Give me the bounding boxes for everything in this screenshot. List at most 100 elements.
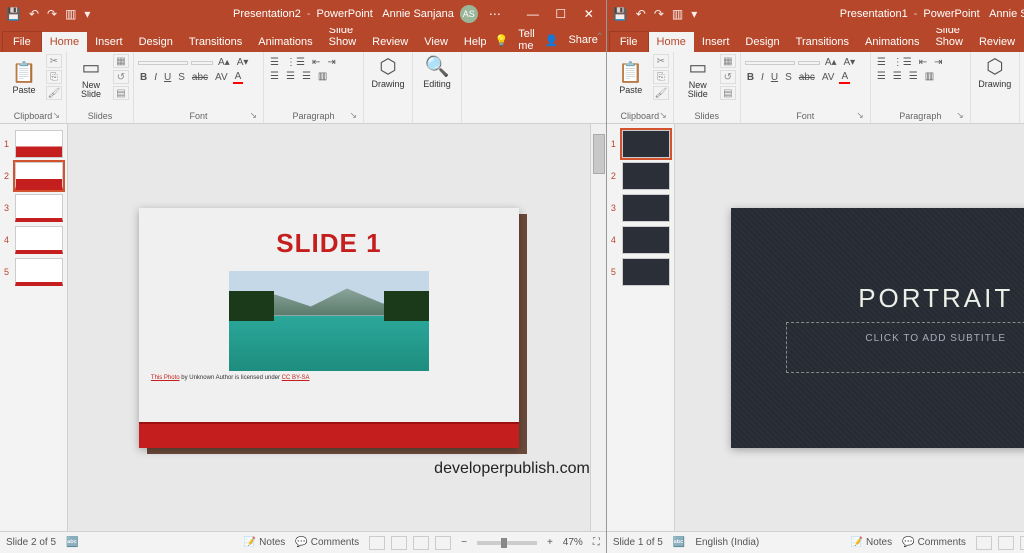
slide-thumb[interactable] bbox=[622, 162, 670, 190]
section-icon[interactable]: ▤ bbox=[720, 86, 736, 100]
tab-insert[interactable]: Insert bbox=[87, 32, 131, 52]
cut-icon[interactable]: ✂ bbox=[653, 54, 669, 68]
sorter-view-icon[interactable] bbox=[391, 536, 407, 550]
align-center-icon[interactable]: ☰ bbox=[891, 71, 904, 82]
tab-design[interactable]: Design bbox=[131, 32, 181, 52]
save-icon[interactable]: 💾 bbox=[613, 7, 628, 21]
slide-thumb[interactable] bbox=[15, 162, 63, 190]
user-name[interactable]: Annie Sanjana bbox=[989, 8, 1024, 20]
slide[interactable]: SLIDE 1 This Photo by Unknown Author is … bbox=[139, 208, 519, 448]
subtitle-placeholder[interactable]: CLICK TO ADD SUBTITLE bbox=[786, 322, 1024, 373]
redo-icon[interactable]: ↷ bbox=[47, 7, 57, 21]
redo-icon[interactable]: ↷ bbox=[654, 7, 664, 21]
shadow-button[interactable]: S bbox=[176, 72, 187, 83]
tab-insert[interactable]: Insert bbox=[694, 32, 738, 52]
increase-font-icon[interactable]: A▴ bbox=[823, 57, 839, 68]
minimize-button[interactable]: — bbox=[520, 0, 546, 28]
spell-check-icon[interactable]: 🔤 bbox=[673, 537, 685, 548]
notes-button[interactable]: 📝 Notes bbox=[851, 537, 893, 548]
normal-view-icon[interactable] bbox=[976, 536, 992, 550]
slideshow-view-icon[interactable] bbox=[435, 536, 451, 550]
paste-button[interactable]: 📋 Paste bbox=[4, 60, 44, 95]
start-from-beginning-icon[interactable]: ▥ bbox=[65, 7, 76, 21]
decrease-font-icon[interactable]: A▾ bbox=[842, 57, 858, 68]
format-painter-icon[interactable]: 🖌 bbox=[653, 86, 669, 100]
align-center-icon[interactable]: ☰ bbox=[284, 71, 297, 82]
align-right-icon[interactable]: ☰ bbox=[300, 71, 313, 82]
font-name-input[interactable] bbox=[138, 61, 188, 65]
thumbnail-pane[interactable]: 1 2 3 4 5 bbox=[0, 124, 68, 531]
italic-button[interactable]: I bbox=[759, 72, 766, 83]
launcher-icon[interactable]: ↘ bbox=[956, 110, 964, 121]
slide-counter[interactable]: Slide 2 of 5 bbox=[6, 537, 56, 548]
tab-review[interactable]: Review bbox=[364, 32, 416, 52]
slide-counter[interactable]: Slide 1 of 5 bbox=[613, 537, 663, 548]
slide-thumb[interactable] bbox=[15, 194, 63, 222]
indent-inc-icon[interactable]: ⇥ bbox=[932, 57, 944, 68]
layout-icon[interactable]: ▦ bbox=[720, 54, 736, 68]
align-left-icon[interactable]: ☰ bbox=[268, 71, 281, 82]
numbering-icon[interactable]: ⋮☰ bbox=[891, 57, 914, 68]
start-from-beginning-icon[interactable]: ▥ bbox=[672, 7, 683, 21]
font-size-input[interactable] bbox=[798, 61, 820, 65]
launcher-icon[interactable]: ↘ bbox=[349, 110, 357, 121]
fit-to-window-icon[interactable]: ⛶ bbox=[593, 537, 600, 548]
numbering-icon[interactable]: ⋮☰ bbox=[284, 57, 307, 68]
launcher-icon[interactable]: ↘ bbox=[249, 110, 257, 121]
slide-thumb[interactable] bbox=[622, 258, 670, 286]
comments-button[interactable]: 💬 Comments bbox=[295, 537, 359, 548]
tellme-button[interactable]: Tell me bbox=[518, 28, 535, 52]
copy-icon[interactable]: ⎘ bbox=[653, 70, 669, 84]
qat-more-icon[interactable]: ▾ bbox=[691, 7, 697, 21]
qat-more-icon[interactable]: ▾ bbox=[84, 7, 90, 21]
tab-help[interactable]: Help bbox=[456, 32, 495, 52]
editing-button[interactable]: 🔍 Editing bbox=[417, 54, 457, 89]
font-size-input[interactable] bbox=[191, 61, 213, 65]
reset-icon[interactable]: ↺ bbox=[720, 70, 736, 84]
comments-button[interactable]: 💬 Comments bbox=[902, 537, 966, 548]
slide-canvas[interactable]: PORTRAIT CLICK TO ADD SUBTITLE bbox=[675, 124, 1024, 531]
shadow-button[interactable]: S bbox=[783, 72, 794, 83]
drawing-button[interactable]: ⬡ Drawing bbox=[368, 54, 408, 89]
font-color-icon[interactable]: A bbox=[233, 71, 244, 84]
slide-thumb[interactable] bbox=[15, 258, 63, 286]
columns-icon[interactable]: ▥ bbox=[316, 71, 329, 82]
normal-view-icon[interactable] bbox=[369, 536, 385, 550]
spell-check-icon[interactable]: 🔤 bbox=[66, 537, 78, 548]
bullets-icon[interactable]: ☰ bbox=[268, 57, 281, 68]
ribbon-options-icon[interactable]: ⋯ bbox=[484, 7, 506, 21]
tab-transitions[interactable]: Transitions bbox=[788, 32, 857, 52]
launcher-icon[interactable]: ↘ bbox=[52, 110, 60, 121]
launcher-icon[interactable]: ↘ bbox=[659, 110, 667, 121]
tab-home[interactable]: Home bbox=[649, 32, 694, 52]
underline-button[interactable]: U bbox=[769, 72, 780, 83]
zoom-in-icon[interactable]: + bbox=[547, 537, 553, 548]
zoom-out-icon[interactable]: − bbox=[461, 537, 467, 548]
language[interactable]: English (India) bbox=[695, 537, 759, 548]
strike-button[interactable]: abc bbox=[797, 72, 817, 83]
tab-transitions[interactable]: Transitions bbox=[181, 32, 250, 52]
maximize-button[interactable]: ☐ bbox=[548, 0, 574, 28]
close-button[interactable]: ✕ bbox=[576, 0, 602, 28]
paste-button[interactable]: 📋 Paste bbox=[611, 60, 651, 95]
save-icon[interactable]: 💾 bbox=[6, 7, 21, 21]
cut-icon[interactable]: ✂ bbox=[46, 54, 62, 68]
notes-button[interactable]: 📝 Notes bbox=[244, 537, 286, 548]
font-color-icon[interactable]: A bbox=[839, 71, 850, 84]
zoom-slider[interactable] bbox=[477, 541, 537, 545]
bold-button[interactable]: B bbox=[745, 72, 756, 83]
slide-canvas[interactable]: SLIDE 1 This Photo by Unknown Author is … bbox=[68, 124, 590, 531]
tab-file[interactable]: File bbox=[609, 31, 649, 52]
tab-home[interactable]: Home bbox=[42, 32, 87, 52]
format-painter-icon[interactable]: 🖌 bbox=[46, 86, 62, 100]
increase-font-icon[interactable]: A▴ bbox=[216, 57, 232, 68]
tab-view[interactable]: View bbox=[416, 32, 456, 52]
slide[interactable]: PORTRAIT CLICK TO ADD SUBTITLE bbox=[731, 208, 1024, 448]
new-slide-button[interactable]: ▭ New Slide bbox=[678, 55, 718, 99]
tab-animations[interactable]: Animations bbox=[857, 32, 927, 52]
undo-icon[interactable]: ↶ bbox=[29, 7, 39, 21]
indent-inc-icon[interactable]: ⇥ bbox=[325, 57, 337, 68]
copy-icon[interactable]: ⎘ bbox=[46, 70, 62, 84]
zoom-level[interactable]: 47% bbox=[563, 537, 583, 548]
slide-thumb[interactable] bbox=[15, 226, 63, 254]
